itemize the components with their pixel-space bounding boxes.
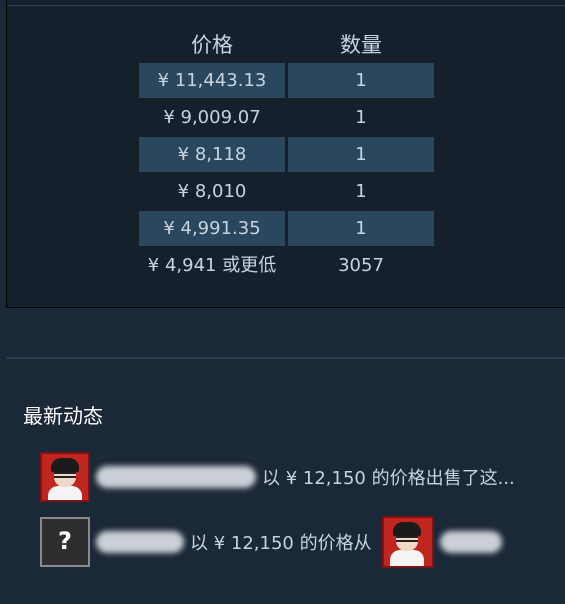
summary-quantity: 3057 <box>338 255 384 276</box>
quantity-column-header: 数量 <box>340 33 382 57</box>
table-row: ¥ 11,443.13 1 <box>139 63 443 98</box>
price-column-header: 价格 <box>191 33 233 57</box>
blurred-username[interactable] <box>96 466 256 488</box>
activity-text: 以 ¥ 12,150 的价格从 <box>190 533 372 554</box>
row-quantity: 1 <box>288 137 434 172</box>
row-price: ¥ 8,010 <box>177 181 247 202</box>
user-avatar[interactable] <box>381 516 434 568</box>
recent-activity-title: 最新动态 <box>23 404 103 428</box>
panel-top-border <box>7 5 565 6</box>
sell-orders-table: 价格 数量 ¥ 11,443.13 1 ¥ 9,009.07 1 ¥ 8,118… <box>139 25 443 285</box>
table-row: ¥ 8,010 1 <box>139 174 443 209</box>
table-header: 价格 数量 <box>139 25 443 63</box>
row-price: ¥ 9,009.07 <box>163 107 261 128</box>
table-row: ¥ 4,991.35 1 <box>139 211 443 246</box>
activity-text: 以 ¥ 12,150 的价格出售了这... <box>262 468 515 489</box>
blurred-username[interactable] <box>96 531 184 553</box>
activity-item: ? 以 ¥ 12,150 的价格从 <box>40 515 560 569</box>
row-price: ¥ 4,991.35 <box>139 211 285 246</box>
row-quantity: 1 <box>288 211 434 246</box>
summary-price: ¥ 4,941 或更低 <box>147 255 277 276</box>
activity-item: 以 ¥ 12,150 的价格出售了这... <box>40 450 560 504</box>
row-price: ¥ 8,118 <box>139 137 285 172</box>
sell-orders-panel: 价格 数量 ¥ 11,443.13 1 ¥ 9,009.07 1 ¥ 8,118… <box>6 0 565 308</box>
row-quantity: 1 <box>288 63 434 98</box>
row-quantity: 1 <box>355 181 367 202</box>
table-row: ¥ 8,118 1 <box>139 137 443 172</box>
blurred-username[interactable] <box>439 531 502 553</box>
section-divider <box>6 357 565 359</box>
row-price: ¥ 11,443.13 <box>139 63 285 98</box>
row-quantity: 1 <box>355 107 367 128</box>
table-row: ¥ 9,009.07 1 <box>139 100 443 135</box>
unknown-avatar-icon[interactable]: ? <box>40 517 90 567</box>
summary-row: ¥ 4,941 或更低 3057 <box>139 248 443 283</box>
user-avatar[interactable] <box>40 452 90 502</box>
